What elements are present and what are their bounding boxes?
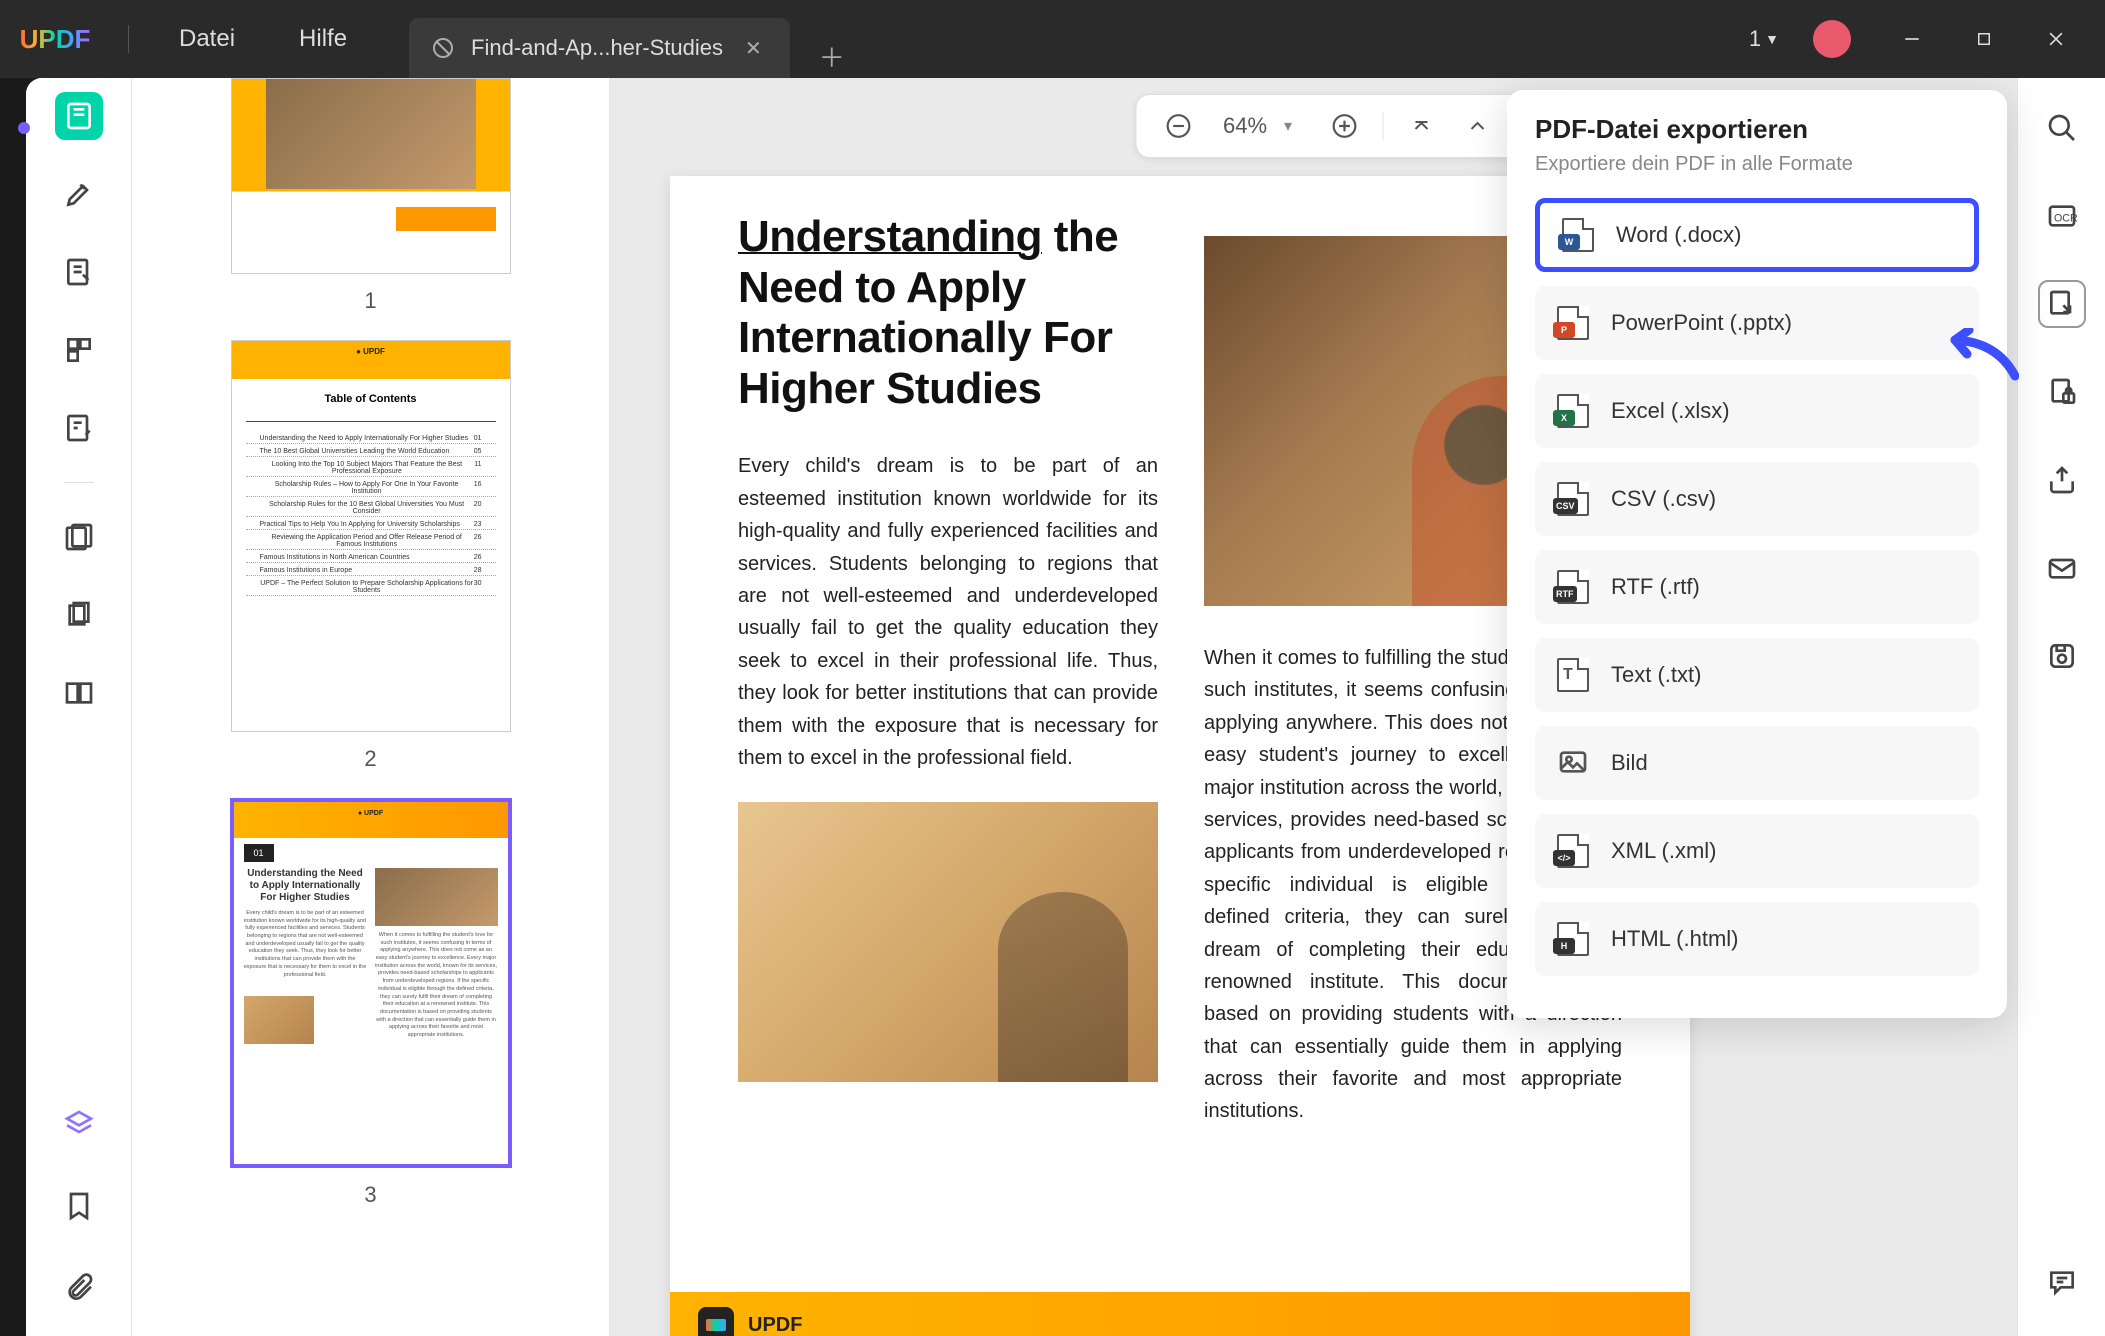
tool-protect[interactable] [2038,368,2086,416]
tool-layers[interactable] [55,1100,103,1148]
export-rtf[interactable]: RTF RTF (.rtf) [1535,550,1979,624]
titlebar: UPDF Datei Hilfe Find-and-Ap...her-Studi… [0,0,2105,78]
export-xml-label: XML (.xml) [1611,838,1717,864]
page-heading: Understanding the Need to Apply Internat… [738,212,1158,414]
export-csv[interactable]: CSV CSV (.csv) [1535,462,1979,536]
toc-row: Famous Institutions in North American Co… [246,553,496,563]
export-xml[interactable]: </> XML (.xml) [1535,814,1979,888]
export-html[interactable]: H HTML (.html) [1535,902,1979,976]
app-body: 1 ● UPDF Table of Contents Understanding… [26,78,2105,1336]
document-tab[interactable]: Find-and-Ap...her-Studies ✕ [409,18,790,78]
callout-arrow-icon [1947,328,2019,393]
window-maximize[interactable] [1957,18,2011,60]
updf-logo-square [698,1307,734,1336]
toc-row: Reviewing the Application Period and Off… [246,533,496,550]
tool-comment[interactable] [2038,1258,2086,1306]
toc-row: Looking Into the Top 10 Subject Majors T… [246,460,496,477]
svg-text:OCR: OCR [2054,212,2078,224]
tool-compare[interactable] [55,669,103,717]
window-count[interactable]: 1 ▼ [1749,26,1779,52]
menu-file[interactable]: Datei [165,19,249,59]
divider [1382,112,1383,140]
page-image-library [738,802,1158,1082]
document-viewport[interactable]: 64% ▾ Understanding the Need to Apply In… [610,78,2105,1336]
tab-add-button[interactable]: ＋ [810,34,854,78]
toc-row: The 10 Best Global Universities Leading … [246,447,496,457]
zoom-in-button[interactable] [1316,103,1372,149]
thumbnail-2[interactable]: ● UPDF Table of Contents Understanding t… [192,340,549,772]
divider [128,25,129,53]
thumbnail-panel[interactable]: 1 ● UPDF Table of Contents Understanding… [132,78,610,1336]
zoom-out-button[interactable] [1150,103,1206,149]
tool-form[interactable] [55,404,103,452]
thumb-2-label: 2 [192,746,549,772]
export-panel: PDF-Datei exportieren Exportiere dein PD… [1507,90,2007,1018]
tab-area: Find-and-Ap...her-Studies ✕ ＋ [409,0,854,78]
export-powerpoint[interactable]: P PowerPoint (.pptx) [1535,286,1979,360]
banner-brand: UPDF [748,1314,802,1336]
export-img-label: Bild [1611,750,1648,776]
tool-reader[interactable] [55,92,103,140]
page-paragraph-1: Every child's dream is to be part of an … [738,450,1158,774]
tab-close-icon[interactable]: ✕ [739,34,768,63]
toc-row: Understanding the Need to Apply Internat… [246,434,496,444]
export-rtf-label: RTF (.rtf) [1611,574,1700,600]
left-toolbar [26,78,132,1336]
export-excel-label: Excel (.xlsx) [1611,398,1730,424]
tab-doc-icon [431,36,455,60]
page-first-button[interactable] [1393,103,1449,149]
tool-search[interactable] [2038,104,2086,152]
zoom-dropdown-icon[interactable]: ▾ [1284,116,1316,136]
export-title: PDF-Datei exportieren [1535,114,1979,145]
right-toolbar: OCR [2017,78,2105,1336]
tool-edit[interactable] [55,248,103,296]
export-image[interactable]: Bild [1535,726,1979,800]
window-close[interactable] [2029,18,2083,60]
panel-nub[interactable] [18,122,30,134]
thumbnail-1[interactable]: 1 [192,78,549,314]
tool-crop[interactable] [55,591,103,639]
window-minimize[interactable] [1885,18,1939,60]
menu-help[interactable]: Hilfe [285,19,361,59]
thumbnail-3[interactable]: ● UPDF 01 Understanding the Need to Appl… [192,798,549,1208]
tool-bookmark[interactable] [55,1182,103,1230]
export-txt-label: Text (.txt) [1611,662,1701,688]
tool-export[interactable] [2038,280,2086,328]
thumb-3-label: 3 [192,1182,549,1208]
thumb3-heading: Understanding the Need to Apply Internat… [244,868,367,904]
zoom-value[interactable]: 64% [1206,113,1284,139]
tool-attachment[interactable] [55,1264,103,1312]
next-page-header: UPDF [670,1292,1690,1336]
export-word-label: Word (.docx) [1616,222,1742,248]
export-ppt-label: PowerPoint (.pptx) [1611,310,1792,336]
thumb-1-label: 1 [192,288,549,314]
export-csv-label: CSV (.csv) [1611,486,1716,512]
app-logo: UPDF [0,24,110,55]
tool-redact[interactable] [55,513,103,561]
tool-save[interactable] [2038,632,2086,680]
toc-row: Famous Institutions in Europe28 [246,566,496,576]
tool-page-organize[interactable] [55,326,103,374]
toc-row: Scholarship Rules for the 10 Best Global… [246,500,496,517]
chapter-badge: 01 [244,844,274,862]
toc-row: Practical Tips to Help You In Applying f… [246,520,496,530]
user-avatar[interactable] [1813,20,1851,58]
export-word[interactable]: W Word (.docx) [1535,198,1979,272]
toc-row: UPDF – The Perfect Solution to Prepare S… [246,579,496,596]
export-subtitle: Exportiere dein PDF in alle Formate [1535,153,1979,176]
toc-title: Table of Contents [232,379,510,413]
tab-title: Find-and-Ap...her-Studies [471,35,723,61]
tool-ocr[interactable]: OCR [2038,192,2086,240]
export-excel[interactable]: X Excel (.xlsx) [1535,374,1979,448]
export-text[interactable]: T Text (.txt) [1535,638,1979,712]
page-up-button[interactable] [1449,103,1505,149]
toc-row: Scholarship Rules – How to Apply For One… [246,480,496,497]
export-html-label: HTML (.html) [1611,926,1739,952]
tool-email[interactable] [2038,544,2086,592]
tool-share[interactable] [2038,456,2086,504]
divider [64,482,94,483]
tool-highlight[interactable] [55,170,103,218]
